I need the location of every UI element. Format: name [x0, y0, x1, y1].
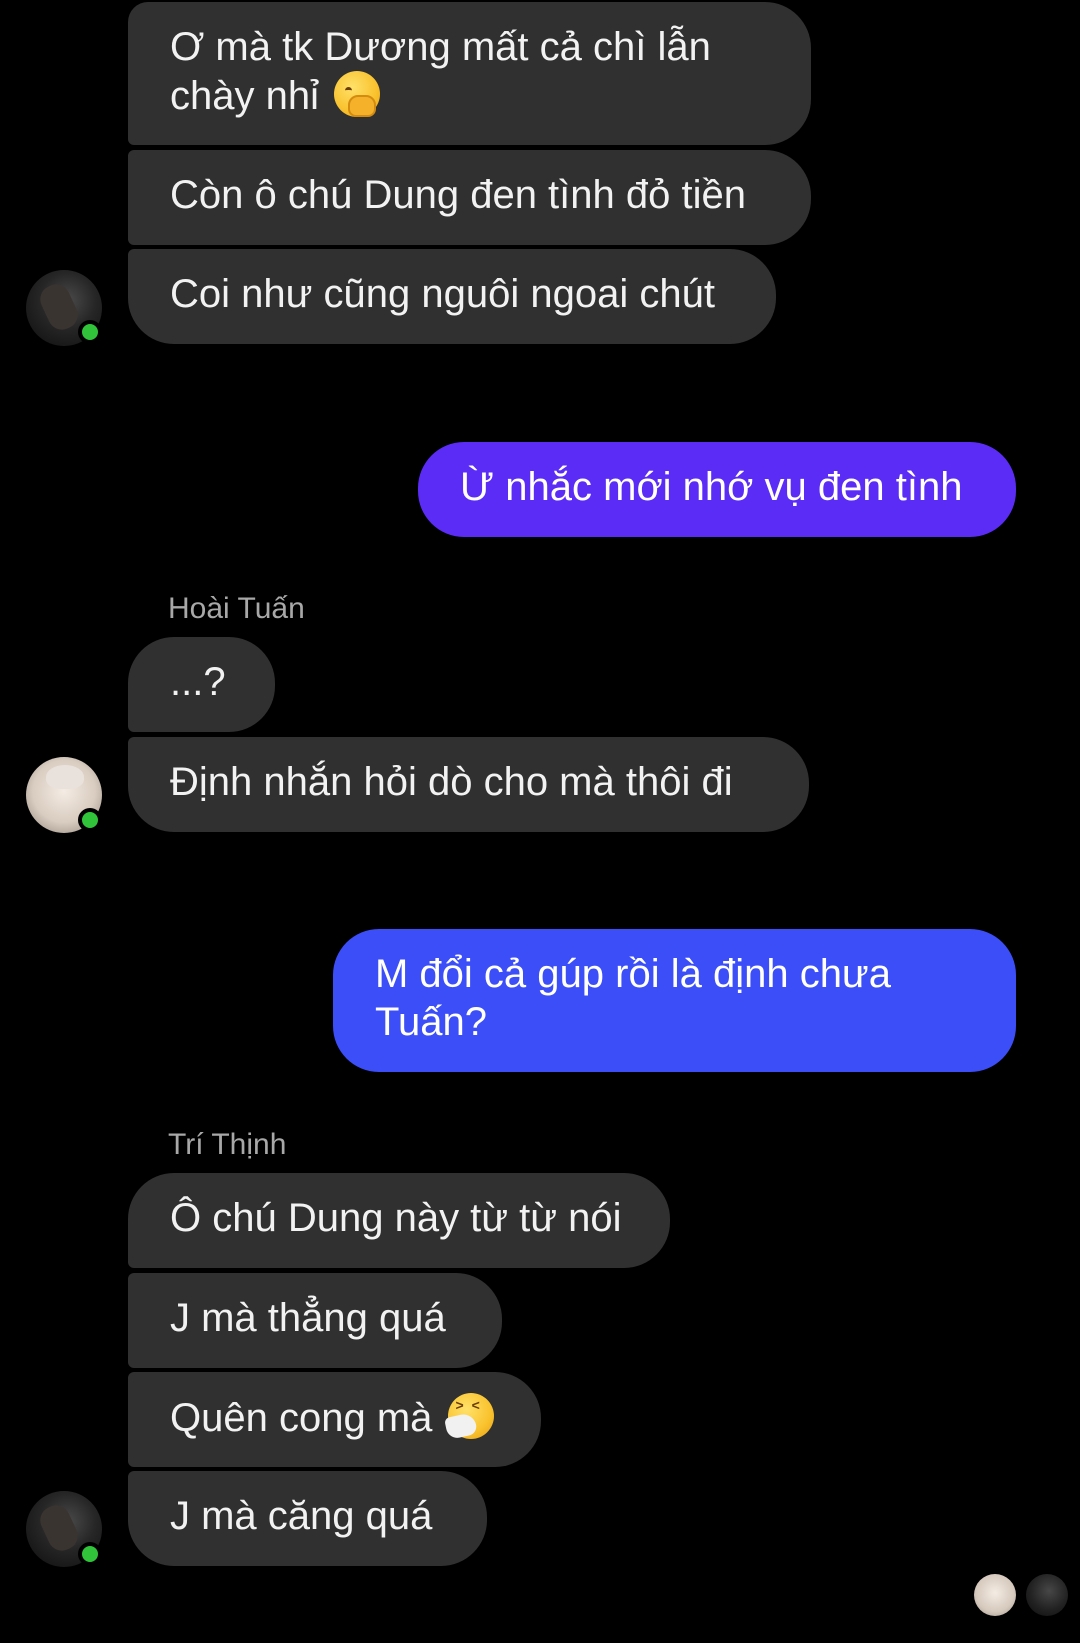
message-bubble-incoming[interactable]: ...?: [128, 637, 275, 732]
message-bubble-incoming[interactable]: Ô chú Dung này từ từ nói: [128, 1173, 670, 1268]
sneezing-face-emoji: [447, 1393, 494, 1439]
sender-name: Trí Thịnh: [168, 1128, 287, 1161]
message-bubble-outgoing[interactable]: M đổi cả gúp rồi là định chưa Tuấn?: [333, 929, 1016, 1072]
message-bubble-outgoing[interactable]: Ừ nhắc mới nhớ vụ đen tình: [418, 442, 1016, 537]
seen-by-avatar[interactable]: [1026, 1574, 1068, 1616]
message-bubble-incoming[interactable]: Quên cong mà: [128, 1372, 541, 1467]
message-bubble-incoming[interactable]: Ơ mà tk Dương mất cả chì lẫn chày nhỉ: [128, 2, 811, 145]
message-bubble-incoming[interactable]: Coi như cũng nguôi ngoai chút: [128, 249, 776, 344]
message-text: J mà căng quá: [170, 1494, 433, 1538]
message-bubble-incoming[interactable]: Định nhắn hỏi dò cho mà thôi đi: [128, 737, 809, 832]
message-bubble-incoming[interactable]: J mà căng quá: [128, 1471, 487, 1566]
seen-by-avatar[interactable]: [974, 1574, 1016, 1616]
hand-over-mouth-emoji: [334, 71, 381, 117]
message-text: Ơ mà tk Dương mất cả chì lẫn: [170, 25, 711, 69]
message-text: Ô chú Dung này từ từ nói: [170, 1196, 622, 1240]
message-text: Ừ nhắc mới nhớ vụ đen tình: [460, 465, 963, 509]
message-text: Quên cong mà: [170, 1396, 433, 1440]
message-text: Còn ô chú Dung đen tình đỏ tiền: [170, 173, 746, 217]
message-bubble-incoming[interactable]: J mà thẳng quá: [128, 1273, 502, 1368]
sender-name: Hoài Tuấn: [168, 592, 305, 625]
online-status-dot: [78, 320, 102, 344]
online-status-dot: [78, 1542, 102, 1566]
message-text: ...?: [170, 660, 226, 704]
message-text: Coi như cũng nguôi ngoai chút: [170, 272, 715, 316]
message-text: chày nhỉ: [170, 74, 319, 118]
online-status-dot: [78, 808, 102, 832]
message-bubble-incoming[interactable]: Còn ô chú Dung đen tình đỏ tiền: [128, 150, 811, 245]
message-text: M đổi cả gúp rồi là định chưa: [375, 952, 891, 996]
message-text: J mà thẳng quá: [170, 1296, 446, 1340]
message-text: Tuấn?: [375, 1000, 487, 1044]
message-text: Định nhắn hỏi dò cho mà thôi đi: [170, 760, 733, 804]
